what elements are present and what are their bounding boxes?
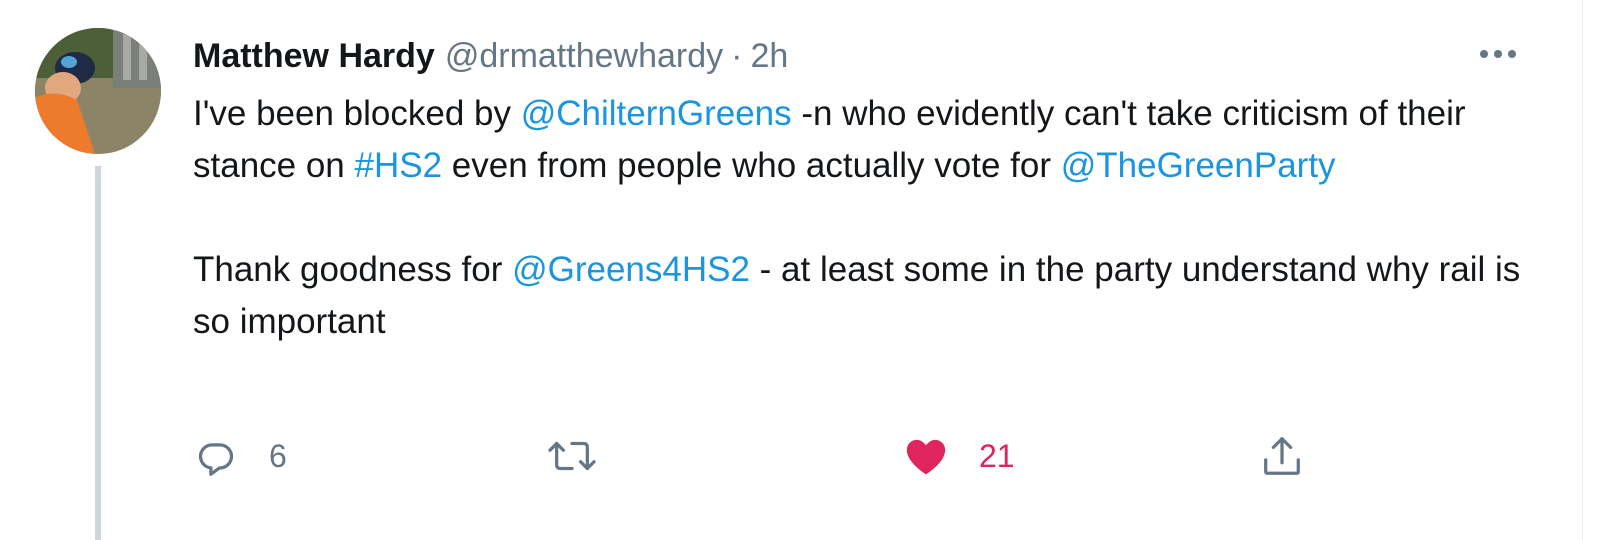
share-button[interactable] xyxy=(1259,426,1305,486)
avatar[interactable] xyxy=(35,28,161,154)
more-dot-icon xyxy=(1480,50,1488,58)
like-button[interactable]: 21 xyxy=(903,426,1015,486)
share-icon xyxy=(1264,437,1300,475)
text-segment: I've been blocked by xyxy=(193,94,521,133)
tweet[interactable]: Matthew Hardy @drmatthewhardy · 2h I've … xyxy=(0,0,1612,540)
tweet-paragraph-1: I've been blocked by @ChilternGreens -n … xyxy=(193,88,1533,192)
header-separator: · xyxy=(731,36,743,75)
mention-thegreenparty[interactable]: @TheGreenParty xyxy=(1061,146,1336,185)
tweet-actions: 6 21 xyxy=(193,426,1393,486)
retweet-button[interactable] xyxy=(547,426,627,486)
like-count: 21 xyxy=(979,437,1015,474)
hashtag-hs2[interactable]: #HS2 xyxy=(355,146,443,185)
more-options-button[interactable] xyxy=(1474,40,1522,68)
timeline-divider xyxy=(1582,0,1583,540)
avatar-photo xyxy=(35,28,161,154)
tweet-header: Matthew Hardy @drmatthewhardy · 2h xyxy=(193,32,788,80)
retweet-icon xyxy=(548,441,596,471)
text-segment: Thank goodness for xyxy=(193,250,513,289)
reply-button[interactable]: 6 xyxy=(193,426,287,486)
mention-chilterngreens[interactable]: @ChilternGreens xyxy=(521,94,792,133)
author-handle[interactable]: @drmatthewhardy xyxy=(445,37,723,76)
reply-icon xyxy=(198,443,234,476)
thread-line xyxy=(95,166,101,540)
reply-count: 6 xyxy=(269,437,287,474)
tweet-text: I've been blocked by @ChilternGreens -n … xyxy=(193,88,1533,348)
text-segment: even from people who actually vote for xyxy=(442,146,1061,185)
tweet-paragraph-2: Thank goodness for @Greens4HS2 - at leas… xyxy=(193,244,1533,348)
timestamp[interactable]: 2h xyxy=(750,37,788,76)
more-dot-icon xyxy=(1508,50,1516,58)
mention-greens4hs2[interactable]: @Greens4HS2 xyxy=(512,250,750,289)
more-dot-icon xyxy=(1494,50,1502,58)
heart-filled-icon xyxy=(906,439,946,475)
author-name[interactable]: Matthew Hardy xyxy=(193,37,435,76)
